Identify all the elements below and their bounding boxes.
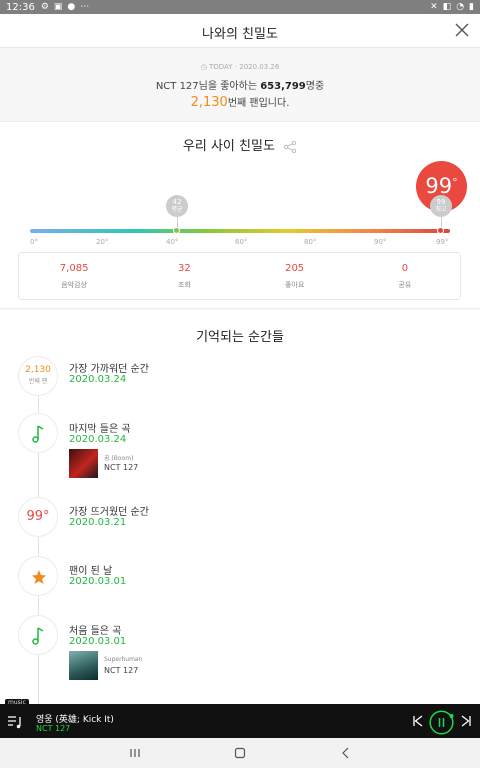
mini-player[interactable]: music 영웅 (英雄; Kick It) NCT 127 — [0, 699, 480, 738]
moments-section: 기억되는 순간들 2,130 번째 팬 가장 가까워던 순간 2020.03.2… — [0, 310, 480, 704]
closeness-gauge — [30, 229, 450, 233]
now-playing-artist[interactable]: NCT 127 — [36, 724, 70, 733]
music-note-badge — [18, 413, 58, 453]
stat-listening: 7,085 음악감상 — [59, 263, 89, 289]
player-tag: music — [5, 699, 29, 706]
moment-title: 처음 들은 곡 — [69, 626, 122, 637]
fan-summary: ◷ TODAY · 2020.03.26 NCT 127님을 좋아하는 653,… — [0, 48, 480, 120]
image-icon: ▣ — [53, 2, 63, 12]
battery-icon: ▮ — [469, 2, 474, 12]
moment-title: 팬이 된 날 — [69, 566, 113, 577]
fan-rank-badge: 2,130 번째 팬 — [18, 356, 58, 396]
song-artist[interactable]: NCT 127 — [104, 666, 138, 675]
close-icon[interactable] — [454, 22, 470, 38]
pause-icon[interactable] — [429, 710, 454, 735]
moment-title: 마지막 들은 곡 — [69, 424, 131, 435]
album-art-boom[interactable] — [69, 449, 98, 478]
share-icon[interactable] — [283, 140, 297, 153]
moments-title: 기억되는 순간들 — [196, 330, 284, 345]
tick-0: 0° — [30, 238, 38, 246]
tick-90: 90° — [374, 238, 387, 246]
tick-40: 40° — [166, 238, 179, 246]
previous-icon[interactable] — [412, 715, 424, 727]
moment-date: 2020.03.24 — [69, 374, 127, 385]
chat-icon: ● — [67, 2, 76, 12]
wifi-icon: ◔ — [456, 2, 465, 12]
moment-date: 2020.03.01 — [69, 636, 127, 647]
settings-icon: ⚙ — [40, 2, 49, 12]
activity-stats: 7,085 음악감상 32 조회 205 좋아요 0 공유 — [18, 252, 461, 300]
closeness-title: 우리 사이 친밀도 — [0, 135, 480, 154]
closeness-section: 우리 사이 친밀도 99° 42 평균 99 최고 0° 20° 40° 60°… — [0, 121, 480, 309]
music-note-icon — [32, 425, 44, 443]
moment-title: 가장 뜨거웠던 순간 — [69, 507, 149, 518]
page-title: 나와의 친밀도 — [202, 27, 278, 42]
fan-rank-line: 2,130번째 팬입니다. — [190, 95, 290, 110]
fan-count-line: NCT 127님을 좋아하는 653,799명중 — [155, 81, 325, 92]
music-note-icon — [32, 627, 44, 645]
playlist-icon[interactable] — [7, 714, 23, 730]
status-time: 12:36 — [6, 1, 35, 13]
average-dot — [173, 227, 180, 234]
back-icon[interactable] — [339, 746, 353, 760]
stat-views: 32 조회 — [177, 263, 191, 289]
star-badge — [18, 556, 58, 596]
moment-date: 2020.03.01 — [69, 576, 127, 587]
moment-date: 2020.03.24 — [69, 434, 127, 445]
today-date: ◷ TODAY · 2020.03.26 — [200, 63, 280, 71]
song-title[interactable]: Superhuman — [104, 656, 142, 663]
tick-20: 20° — [96, 238, 109, 246]
battery-saver-icon: ◧ — [442, 2, 452, 12]
moment-date: 2020.03.21 — [69, 517, 127, 528]
clock-icon: ◷ — [200, 63, 209, 71]
page-header: 나와의 친밀도 — [0, 14, 480, 48]
recent-apps-icon[interactable] — [128, 746, 142, 760]
song-artist[interactable]: NCT 127 — [104, 463, 138, 472]
status-bar: 12:36 ⚙ ▣ ● ⋯ ✕ ◧ ◔ ▮ — [0, 0, 480, 14]
tick-60: 60° — [235, 238, 248, 246]
system-nav-bar — [0, 738, 480, 768]
next-icon[interactable] — [460, 715, 472, 727]
fan-rank: 2,130 — [190, 95, 228, 110]
music-note-badge — [18, 615, 58, 655]
star-icon — [32, 570, 46, 584]
mute-icon: ✕ — [430, 2, 438, 12]
score-badge-small: 99° — [18, 497, 58, 537]
more-icon: ⋯ — [80, 2, 90, 12]
tick-99: 99° — [436, 238, 449, 246]
song-title[interactable]: 꿈 (Boom) — [104, 453, 133, 462]
moment-title: 가장 가까워던 순간 — [69, 364, 149, 375]
average-marker: 42 평균 — [166, 195, 188, 217]
score-dot — [437, 227, 444, 234]
album-art-superhuman[interactable] — [69, 651, 98, 680]
home-icon[interactable] — [233, 746, 247, 760]
tick-80: 80° — [304, 238, 317, 246]
top-marker: 99 최고 — [430, 195, 452, 217]
stat-shares: 0 공유 — [398, 263, 412, 289]
stat-likes: 205 좋아요 — [284, 263, 305, 289]
fan-count: 653,799 — [260, 81, 306, 92]
